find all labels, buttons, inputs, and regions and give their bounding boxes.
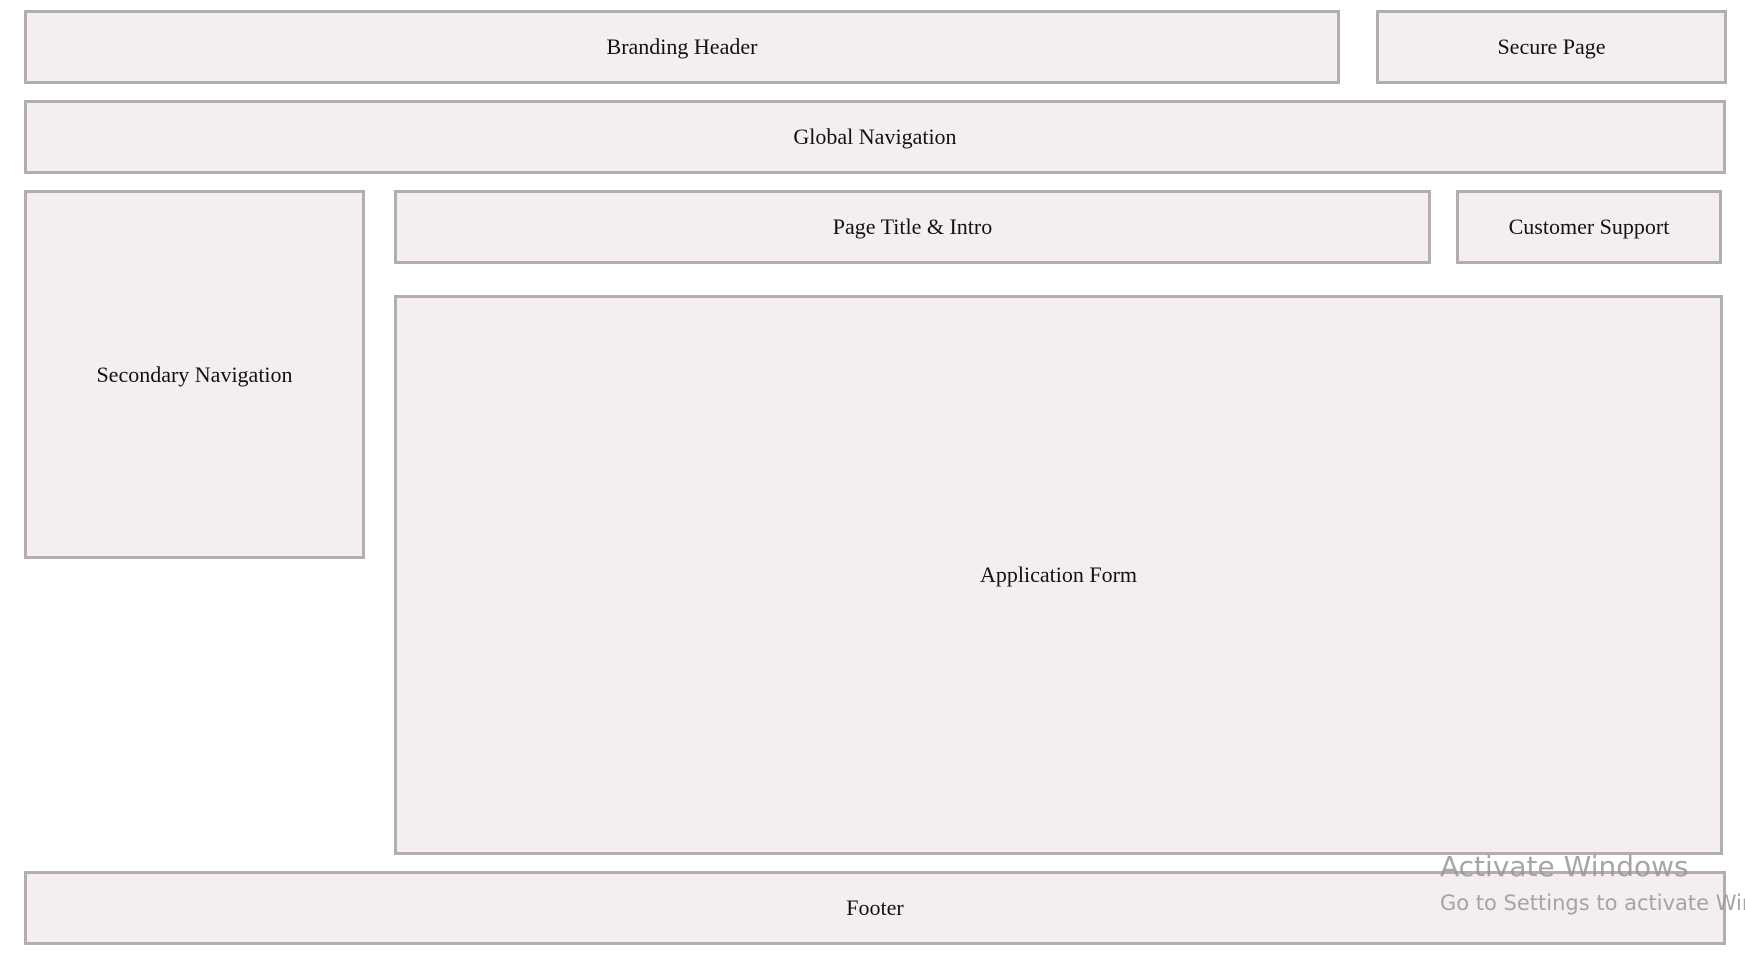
secure-page-region: Secure Page [1376, 10, 1727, 84]
footer-region: Footer [24, 871, 1726, 945]
branding-header-region: Branding Header [24, 10, 1340, 84]
secondary-navigation-region: Secondary Navigation [24, 190, 365, 559]
global-navigation-region: Global Navigation [24, 100, 1726, 174]
customer-support-label: Customer Support [1508, 214, 1670, 239]
page-title-intro-region: Page Title & Intro [394, 190, 1431, 264]
branding-header-label: Branding Header [606, 34, 758, 59]
secondary-navigation-label: Secondary Navigation [96, 361, 293, 387]
global-navigation-label: Global Navigation [793, 124, 957, 149]
secure-page-label: Secure Page [1497, 34, 1606, 59]
customer-support-region: Customer Support [1456, 190, 1722, 264]
application-form-region: Application Form [394, 295, 1723, 855]
footer-label: Footer [846, 895, 904, 920]
application-form-label: Application Form [979, 562, 1138, 587]
page-title-intro-label: Page Title & Intro [832, 214, 993, 239]
